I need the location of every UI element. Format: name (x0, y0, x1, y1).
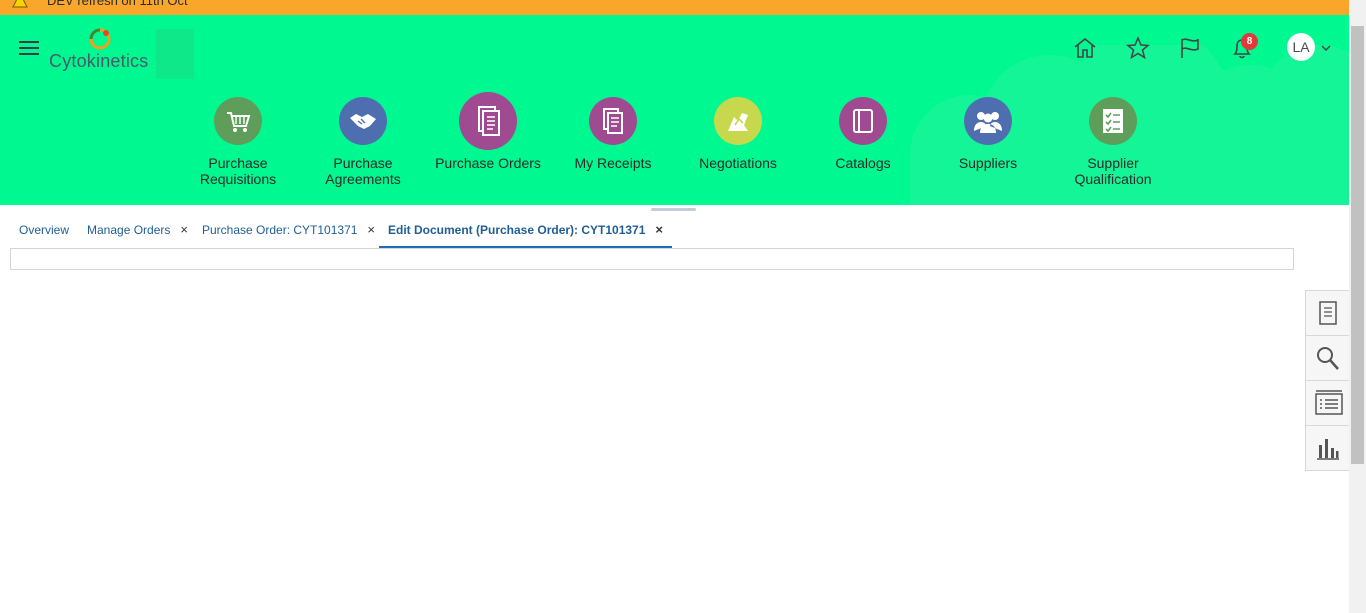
star-icon[interactable] (1125, 35, 1151, 61)
tile-suppliers[interactable]: Suppliers (928, 97, 1048, 171)
bar-chart-icon (1317, 439, 1339, 460)
chart-button[interactable] (1306, 426, 1350, 470)
search-icon (1317, 347, 1339, 370)
close-icon[interactable]: × (180, 222, 188, 237)
receipt-icon (589, 97, 637, 145)
content-frame (10, 248, 1294, 270)
logo-mark (89, 28, 111, 50)
logo-text: Cytokinetics (49, 51, 149, 71)
company-logo[interactable]: Cytokinetics (48, 25, 198, 79)
flag-icon[interactable] (1177, 35, 1203, 61)
tile-purchase-orders[interactable]: Purchase Orders (428, 92, 548, 171)
panel-drag-handle[interactable] (651, 208, 696, 211)
tile-label: Purchase Agreements (325, 155, 401, 187)
menu-button[interactable] (19, 41, 39, 57)
scrollbar-thumb[interactable] (1351, 26, 1364, 464)
tab-purchase-order[interactable]: Purchase Order: CYT101371 × (202, 215, 375, 246)
vertical-scrollbar[interactable] (1349, 0, 1366, 613)
tile-purchase-agreements[interactable]: Purchase Agreements (303, 97, 423, 187)
tab-label: Manage Orders (87, 223, 171, 237)
tile-negotiations[interactable]: Negotiations (678, 97, 798, 171)
side-toolbar (1305, 290, 1350, 471)
chevron-down-icon[interactable] (1320, 43, 1332, 53)
tab-edit-document[interactable]: Edit Document (Purchase Order): CYT10137… (379, 215, 673, 249)
tile-label: Catalogs (835, 155, 891, 171)
tab-label: Overview (19, 223, 70, 237)
banner-text: DEV refresh on 11th Oct (47, 0, 188, 8)
document-icon (459, 92, 517, 150)
search-button[interactable] (1306, 336, 1350, 381)
tile-label: Suppliers (958, 155, 1018, 171)
list-button[interactable] (1306, 381, 1350, 426)
close-icon[interactable]: × (367, 222, 375, 237)
close-icon[interactable]: × (655, 222, 663, 237)
checklist-icon (1089, 97, 1137, 145)
tile-catalogs[interactable]: Catalogs (803, 97, 923, 171)
tile-purchase-requisitions[interactable]: Purchase Requisitions (178, 97, 298, 187)
handshake-icon (339, 97, 387, 145)
environment-banner: DEV refresh on 11th Oct (0, 0, 1349, 15)
document-icon (1319, 301, 1337, 325)
notification-badge: 8 (1241, 33, 1258, 50)
negotiation-icon (714, 97, 762, 145)
tile-label: Supplier Qualification (1074, 155, 1152, 187)
tile-my-receipts[interactable]: My Receipts (553, 97, 673, 171)
catalog-icon (839, 97, 887, 145)
list-icon (1315, 390, 1343, 415)
document-button[interactable] (1306, 291, 1350, 336)
cart-icon (214, 97, 262, 145)
tile-label: My Receipts (574, 155, 652, 171)
tab-overview[interactable]: Overview (19, 215, 69, 246)
tab-label: Purchase Order: CYT101371 (202, 223, 358, 237)
tile-label: Negotiations (699, 155, 777, 171)
user-avatar[interactable]: LA (1287, 33, 1315, 61)
tile-label: Purchase Orders (435, 155, 541, 171)
tile-label: Purchase Requisitions (199, 155, 277, 187)
suppliers-icon (964, 97, 1012, 145)
home-icon[interactable] (1072, 35, 1098, 61)
tab-label: Edit Document (Purchase Order): CYT10137… (388, 223, 646, 237)
tab-manage-orders[interactable]: Manage Orders × (87, 215, 188, 246)
warning-icon (12, 0, 28, 8)
header: Cytokinetics 8 LA Purchase Requisitions … (0, 15, 1349, 205)
tile-supplier-qualification[interactable]: Supplier Qualification (1053, 97, 1173, 187)
